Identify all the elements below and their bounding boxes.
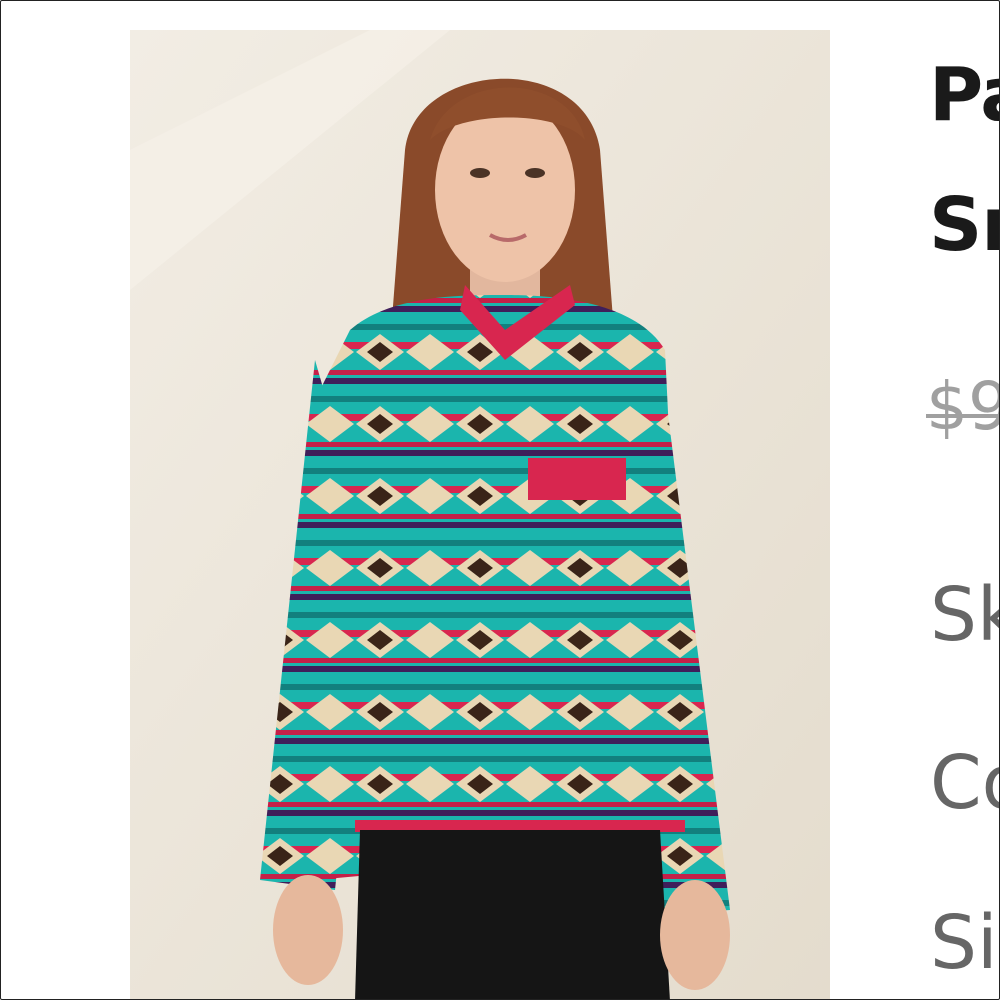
attribute-label: Co [930,740,999,826]
product-title-line-1: Pa [929,52,999,138]
product-image [130,30,830,999]
attribute-label: Sk [930,572,999,658]
price-strikethrough [926,414,999,418]
original-price: $9 [926,368,999,445]
listing-card: Pa Sn $9 Sk Co Si [0,0,1000,1000]
product-photo[interactable] [130,30,830,999]
attribute-label: Si [930,900,998,986]
product-title-line-2: Sn [929,182,999,268]
